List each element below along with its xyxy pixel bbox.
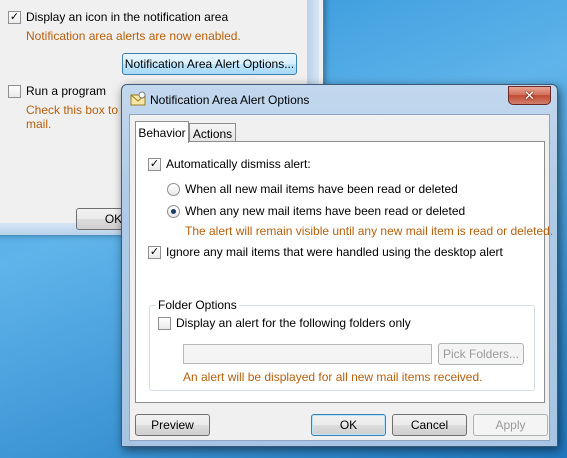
run-program-note-2: mail. xyxy=(26,117,52,131)
folders-only-checkbox[interactable] xyxy=(158,316,171,330)
alert-options-button[interactable]: Notification Area Alert Options... xyxy=(122,53,297,75)
radio-any-read-row[interactable]: When any new mail items have been read o… xyxy=(167,204,465,218)
check-icon: ✓ xyxy=(149,157,160,170)
run-program-note: Check this box to en xyxy=(26,103,135,117)
display-icon-checkbox[interactable]: ✓ xyxy=(8,10,21,24)
pick-folders-button[interactable]: Pick Folders... xyxy=(438,343,524,365)
radio-all-read[interactable] xyxy=(167,182,180,196)
auto-dismiss-checkbox[interactable]: ✓ xyxy=(148,157,161,171)
display-icon-row[interactable]: ✓ Display an icon in the notification ar… xyxy=(8,10,228,24)
ignore-desktop-checkbox[interactable]: ✓ xyxy=(148,245,161,259)
folder-options-title: Folder Options xyxy=(156,298,239,312)
tab-behavior[interactable]: Behavior xyxy=(135,121,189,143)
tab-actions[interactable]: Actions xyxy=(189,123,236,143)
dialog-title: Notification Area Alert Options xyxy=(150,93,310,107)
radio-all-read-row[interactable]: When all new mail items have been read o… xyxy=(167,182,458,196)
check-icon: ✓ xyxy=(9,10,20,23)
check-icon: ✓ xyxy=(149,245,160,258)
auto-dismiss-row[interactable]: ✓ Automatically dismiss alert: xyxy=(148,157,311,171)
mail-alert-icon xyxy=(130,91,146,106)
folder-options-group: Folder Options Display an alert for the … xyxy=(149,298,535,391)
folders-only-row[interactable]: Display an alert for the following folde… xyxy=(158,316,411,330)
apply-button[interactable]: Apply xyxy=(473,414,548,436)
cancel-button[interactable]: Cancel xyxy=(392,414,467,436)
ok-button[interactable]: OK xyxy=(311,414,386,436)
alert-options-dialog: Notification Area Alert Options ✕ Behavi… xyxy=(121,84,558,447)
run-program-row[interactable]: Run a program xyxy=(8,84,106,98)
display-icon-label: Display an icon in the notification area xyxy=(26,10,229,24)
ignore-desktop-row[interactable]: ✓ Ignore any mail items that were handle… xyxy=(148,245,503,259)
run-program-checkbox[interactable] xyxy=(8,84,21,98)
preview-button[interactable]: Preview xyxy=(135,414,210,436)
auto-dismiss-label: Automatically dismiss alert: xyxy=(166,157,311,171)
radio-any-read[interactable] xyxy=(167,204,180,218)
dialog-client: Behavior Actions ✓ Automatically dismiss… xyxy=(129,114,553,441)
title-bar[interactable]: Notification Area Alert Options ✕ xyxy=(122,85,557,113)
radio-any-read-label: When any new mail items have been read o… xyxy=(185,204,466,218)
run-program-label: Run a program xyxy=(26,84,107,98)
behavior-panel: ✓ Automatically dismiss alert: When all … xyxy=(135,141,553,403)
radio-dot-icon xyxy=(171,208,176,214)
remain-visible-note: The alert will remain visible until any … xyxy=(185,224,554,238)
folders-input[interactable] xyxy=(183,344,432,364)
notification-note: Notification area alerts are now enabled… xyxy=(26,29,241,43)
ignore-desktop-label: Ignore any mail items that were handled … xyxy=(166,245,503,259)
close-icon: ✕ xyxy=(524,87,535,103)
radio-all-read-label: When all new mail items have been read o… xyxy=(185,182,458,196)
all-items-note: An alert will be displayed for all new m… xyxy=(183,370,483,384)
close-button[interactable]: ✕ xyxy=(508,86,551,105)
folders-only-label: Display an alert for the following folde… xyxy=(176,316,411,330)
